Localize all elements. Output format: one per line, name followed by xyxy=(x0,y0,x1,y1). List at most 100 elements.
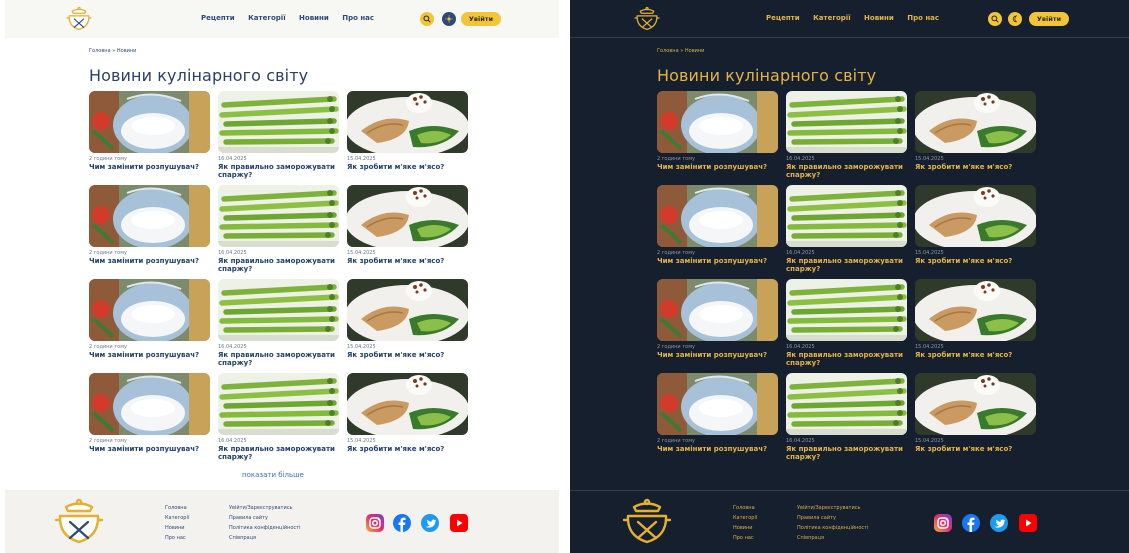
news-card-image[interactable] xyxy=(218,185,339,247)
footer-link-rules[interactable]: Правила сайту xyxy=(229,513,300,523)
news-card-title[interactable]: Як зробити м'яке м'ясо? xyxy=(915,257,1036,265)
footer-logo-icon[interactable] xyxy=(622,498,672,546)
news-card[interactable]: 2 години тому Чим замінити розпушувач? xyxy=(89,373,210,465)
news-card-title[interactable]: Як зробити м'яке м'ясо? xyxy=(347,445,468,453)
news-card[interactable]: 15.04.2025 Як зробити м'яке м'ясо? xyxy=(347,279,468,371)
search-button[interactable] xyxy=(988,12,1002,26)
news-card[interactable]: 16.04.2025 Як правильно заморожувати спар… xyxy=(786,373,907,465)
news-card[interactable]: 15.04.2025 Як зробити м'яке м'ясо? xyxy=(347,185,468,277)
news-card-title[interactable]: Чим замінити розпушувач? xyxy=(657,351,778,359)
news-card-image[interactable] xyxy=(347,279,468,341)
news-card[interactable]: 16.04.2025 Як правильно заморожувати спар… xyxy=(218,279,339,371)
news-card-title[interactable]: Як зробити м'яке м'ясо? xyxy=(347,163,468,171)
news-card[interactable]: 15.04.2025 Як зробити м'яке м'ясо? xyxy=(347,373,468,465)
twitter-link[interactable] xyxy=(990,514,1008,532)
login-button[interactable]: Увійти xyxy=(461,12,501,26)
twitter-link[interactable] xyxy=(421,514,439,532)
news-card[interactable]: 16.04.2025 Як правильно заморожувати спар… xyxy=(218,373,339,465)
news-card-image[interactable] xyxy=(89,279,210,341)
news-card-title[interactable]: Як правильно заморожувати спаржу? xyxy=(786,163,907,179)
footer-link-categories[interactable]: Категорії xyxy=(165,513,189,523)
footer-link-privacy[interactable]: Політика конфіденційності xyxy=(229,523,300,533)
news-card-title[interactable]: Чим замінити розпушувач? xyxy=(657,257,778,265)
news-card-image[interactable] xyxy=(786,185,907,247)
footer-link-cooperation[interactable]: Співпраця xyxy=(797,533,868,543)
news-card-title[interactable]: Чим замінити розпушувач? xyxy=(89,163,210,171)
news-card-title[interactable]: Чим замінити розпушувач? xyxy=(89,257,210,265)
news-card-image[interactable] xyxy=(347,373,468,435)
news-card-image[interactable] xyxy=(657,373,778,435)
news-card-title[interactable]: Як зробити м'яке м'ясо? xyxy=(915,163,1036,171)
logo-icon[interactable] xyxy=(66,6,92,32)
footer-link-news[interactable]: Новини xyxy=(165,523,189,533)
show-more-link[interactable]: показати більше xyxy=(242,471,304,479)
news-card-image[interactable] xyxy=(657,185,778,247)
news-card-title[interactable]: Як правильно заморожувати спаржу? xyxy=(218,257,339,273)
news-card-title[interactable]: Як зробити м'яке м'ясо? xyxy=(347,351,468,359)
footer-link-home[interactable]: Головна xyxy=(165,503,189,513)
news-card-image[interactable] xyxy=(786,279,907,341)
instagram-link[interactable] xyxy=(366,514,384,532)
news-card-image[interactable] xyxy=(657,279,778,341)
news-card-image[interactable] xyxy=(218,279,339,341)
nav-recipes[interactable]: Рецепти xyxy=(766,14,800,22)
footer-link-rules[interactable]: Правила сайту xyxy=(797,513,868,523)
news-card-title[interactable]: Чим замінити розпушувач? xyxy=(89,351,210,359)
facebook-link[interactable] xyxy=(393,514,411,532)
footer-link-privacy[interactable]: Політика конфіденційності xyxy=(797,523,868,533)
news-card-image[interactable] xyxy=(915,279,1036,341)
facebook-link[interactable] xyxy=(962,514,980,532)
youtube-link[interactable] xyxy=(450,514,468,532)
footer-link-login[interactable]: Увійти/Зареєструватись xyxy=(229,503,300,513)
footer-logo-icon[interactable] xyxy=(54,498,104,546)
news-card[interactable]: 15.04.2025 Як зробити м'яке м'ясо? xyxy=(915,373,1036,465)
news-card-title[interactable]: Як правильно заморожувати спаржу? xyxy=(218,445,339,461)
news-card-image[interactable] xyxy=(218,91,339,153)
news-card[interactable]: 16.04.2025 Як правильно заморожувати спар… xyxy=(786,279,907,371)
footer-link-home[interactable]: Головна xyxy=(733,503,757,513)
news-card[interactable]: 16.04.2025 Як правильно заморожувати спар… xyxy=(218,185,339,277)
footer-link-about[interactable]: Про нас xyxy=(165,533,189,543)
nav-news[interactable]: Новини xyxy=(864,14,894,22)
news-card[interactable]: 15.04.2025 Як зробити м'яке м'ясо? xyxy=(915,91,1036,183)
news-card[interactable]: 2 години тому Чим замінити розпушувач? xyxy=(657,373,778,465)
news-card[interactable]: 16.04.2025 Як правильно заморожувати спар… xyxy=(786,185,907,277)
nav-news[interactable]: Новини xyxy=(299,14,329,22)
news-card-image[interactable] xyxy=(915,185,1036,247)
footer-link-news[interactable]: Новини xyxy=(733,523,757,533)
footer-link-about[interactable]: Про нас xyxy=(733,533,757,543)
news-card[interactable]: 2 години тому Чим замінити розпушувач? xyxy=(657,185,778,277)
news-card-image[interactable] xyxy=(347,185,468,247)
news-card-title[interactable]: Як зробити м'яке м'ясо? xyxy=(347,257,468,265)
news-card-image[interactable] xyxy=(786,91,907,153)
news-card-title[interactable]: Чим замінити розпушувач? xyxy=(657,445,778,453)
news-card-image[interactable] xyxy=(915,91,1036,153)
news-card[interactable]: 2 години тому Чим замінити розпушувач? xyxy=(89,185,210,277)
news-card[interactable]: 2 години тому Чим замінити розпушувач? xyxy=(89,279,210,371)
news-card[interactable]: 16.04.2025 Як правильно заморожувати спар… xyxy=(786,91,907,183)
footer-link-cooperation[interactable]: Співпраця xyxy=(229,533,300,543)
nav-about[interactable]: Про нас xyxy=(907,14,939,22)
news-card-title[interactable]: Як правильно заморожувати спаржу? xyxy=(786,445,907,461)
news-card-title[interactable]: Чим замінити розпушувач? xyxy=(89,445,210,453)
news-card-image[interactable] xyxy=(218,373,339,435)
news-card-title[interactable]: Чим замінити розпушувач? xyxy=(657,163,778,171)
youtube-link[interactable] xyxy=(1019,514,1037,532)
instagram-link[interactable] xyxy=(934,514,952,532)
nav-about[interactable]: Про нас xyxy=(342,14,374,22)
news-card[interactable]: 2 години тому Чим замінити розпушувач? xyxy=(89,91,210,183)
theme-toggle-button[interactable] xyxy=(1008,12,1022,26)
logo-icon[interactable] xyxy=(634,6,660,32)
footer-link-categories[interactable]: Категорії xyxy=(733,513,757,523)
nav-categories[interactable]: Категорії xyxy=(813,14,851,22)
footer-link-login[interactable]: Увійти/Зареєструватись xyxy=(797,503,868,513)
news-card[interactable]: 2 години тому Чим замінити розпушувач? xyxy=(657,279,778,371)
news-card-title[interactable]: Як правильно заморожувати спаржу? xyxy=(786,351,907,367)
login-button[interactable]: Увійти xyxy=(1029,12,1069,26)
news-card[interactable]: 15.04.2025 Як зробити м'яке м'ясо? xyxy=(915,279,1036,371)
news-card[interactable]: 16.04.2025 Як правильно заморожувати спар… xyxy=(218,91,339,183)
news-card-title[interactable]: Як правильно заморожувати спаржу? xyxy=(786,257,907,273)
theme-toggle-button[interactable] xyxy=(442,12,456,26)
news-card-title[interactable]: Як зробити м'яке м'ясо? xyxy=(915,445,1036,453)
news-card-image[interactable] xyxy=(89,91,210,153)
